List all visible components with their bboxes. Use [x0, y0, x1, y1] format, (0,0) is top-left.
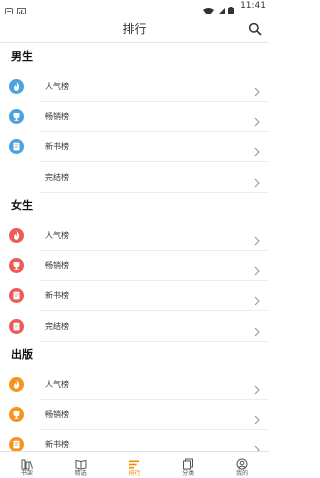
app-header: 排行 [0, 14, 269, 43]
trophy-icon [9, 109, 24, 125]
tab-label: 我的 [236, 470, 249, 477]
section-title: 男生 [11, 50, 33, 63]
chevron-right-icon [254, 231, 260, 246]
tab-open-book[interactable]: 精选 [54, 452, 108, 478]
chevron-right-icon [254, 142, 260, 157]
category-icon [182, 455, 194, 470]
ranking-list[interactable]: 男生 人气榜 畅销榜 新书榜 完结榜 女生 人气榜 畅销榜 新书榜 完结榜 出版 人气榜 畅销榜 新书榜 [0, 44, 269, 451]
row-divider [40, 340, 269, 342]
tab-label: 排行 [128, 470, 141, 477]
search-button[interactable] [248, 21, 262, 36]
tab-label: 分类 [182, 470, 195, 477]
book-icon [9, 139, 24, 155]
ranking-row[interactable]: 新书榜 [0, 430, 269, 451]
ranking-row[interactable]: 完结榜 [0, 163, 269, 193]
chevron-right-icon [254, 291, 260, 306]
book-icon [9, 437, 24, 451]
ranking-row-label: 新书榜 [45, 440, 69, 450]
search-icon [248, 22, 262, 36]
bookshelf-icon [21, 455, 33, 470]
chevron-right-icon [254, 322, 260, 336]
ranking-row-label: 畅销榜 [45, 261, 69, 271]
ranking-row-label: 完结榜 [45, 172, 69, 182]
chevron-right-icon [254, 261, 260, 276]
tab-bookshelf[interactable]: 书架 [0, 452, 54, 478]
ranking-row-label: 人气榜 [45, 82, 69, 91]
ranking-row-label: 畅销榜 [45, 410, 69, 420]
chevron-right-icon [254, 380, 260, 395]
row-divider [40, 191, 269, 193]
status-time: 11:41 [240, 1, 266, 11]
section-title: 女生 [11, 199, 33, 212]
flame-icon [9, 377, 24, 392]
book-icon [9, 288, 24, 304]
tab-label: 书架 [20, 470, 33, 477]
section-title: 出版 [11, 348, 33, 361]
chevron-right-icon [254, 82, 260, 97]
ranking-row[interactable]: 完结榜 [0, 312, 269, 342]
tab-ranking[interactable]: 排行 [108, 452, 162, 478]
profile-icon [236, 455, 248, 470]
flame-icon [9, 228, 24, 243]
trophy-icon [9, 258, 24, 274]
document-icon [9, 318, 24, 334]
chevron-right-icon [254, 173, 260, 187]
tab-profile[interactable]: 我的 [215, 452, 269, 478]
status-bar: 11:41 [0, 0, 269, 17]
tab-category[interactable]: 分类 [161, 452, 215, 478]
ranking-row-label: 人气榜 [45, 231, 69, 240]
ranking-row-label: 新书榜 [45, 291, 69, 301]
ranking-row[interactable]: 人气榜 [0, 221, 269, 251]
bottom-tab-bar: 书架 精选 排行 分类 我的 [0, 451, 269, 478]
ranking-row-label: 新书榜 [45, 142, 69, 152]
ranking-row[interactable]: 畅销榜 [0, 251, 269, 282]
ranking-row-label: 完结榜 [45, 321, 69, 331]
chevron-right-icon [254, 440, 260, 451]
ranking-row[interactable]: 新书榜 [0, 281, 269, 312]
tab-label: 精选 [74, 470, 87, 477]
flame-icon [9, 79, 24, 94]
ranking-row[interactable]: 畅销榜 [0, 102, 269, 133]
ranking-row[interactable]: 新书榜 [0, 132, 269, 163]
chevron-right-icon [254, 112, 260, 127]
ranking-row[interactable]: 人气榜 [0, 370, 269, 400]
page-title: 排行 [122, 22, 147, 36]
ranking-row[interactable]: 人气榜 [0, 72, 269, 102]
ranking-row[interactable]: 畅销榜 [0, 400, 269, 431]
open-book-icon [75, 455, 87, 470]
ranking-icon [128, 455, 140, 469]
trophy-icon [9, 407, 24, 423]
ranking-row-label: 畅销榜 [45, 112, 69, 122]
ranking-row-label: 人气榜 [45, 380, 69, 389]
chevron-right-icon [254, 410, 260, 425]
